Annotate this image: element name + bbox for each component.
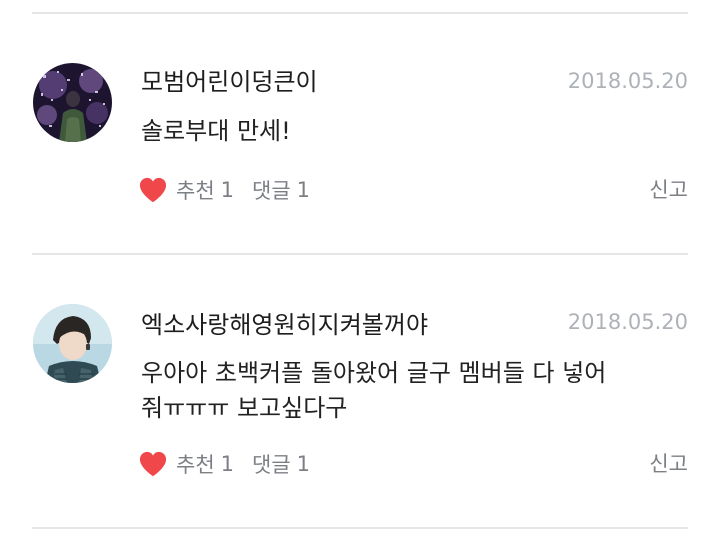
avatar[interactable] — [33, 63, 112, 142]
comment-list: 모범어린이덩큰이 2018.05.20 솔로부대 만세! 추천 1 댓글 1 신… — [0, 0, 720, 540]
like-label[interactable]: 추천 — [176, 175, 215, 205]
reply-count: 1 — [296, 178, 311, 202]
report-button[interactable]: 신고 — [649, 175, 688, 205]
divider — [32, 12, 688, 14]
comment-actions: 추천 1 댓글 1 — [138, 449, 310, 479]
username[interactable]: 모범어린이덩큰이 — [141, 67, 318, 97]
heart-icon[interactable] — [138, 450, 168, 478]
comment-actions: 추천 1 댓글 1 — [138, 175, 310, 205]
comment-text: 솔로부대 만세! — [141, 117, 291, 145]
divider — [32, 253, 688, 255]
comment-date: 2018.05.20 — [567, 310, 688, 334]
reply-label[interactable]: 댓글 — [252, 175, 291, 205]
avatar[interactable] — [33, 304, 112, 383]
like-count: 1 — [220, 178, 235, 202]
report-button[interactable]: 신고 — [649, 449, 688, 479]
comment-text: 우아아 초백커플 돌아왔어 글구 멤버들 다 넣어줘ㅠㅠㅠ 보고싶다구 — [141, 359, 607, 422]
divider — [32, 527, 688, 529]
comment-date: 2018.05.20 — [567, 69, 688, 93]
reply-label[interactable]: 댓글 — [252, 449, 291, 479]
heart-icon[interactable] — [138, 176, 168, 204]
like-count: 1 — [220, 452, 235, 476]
like-label[interactable]: 추천 — [176, 449, 215, 479]
reply-count: 1 — [296, 452, 311, 476]
username[interactable]: 엑소사랑해영원히지켜볼꺼야 — [141, 310, 428, 340]
